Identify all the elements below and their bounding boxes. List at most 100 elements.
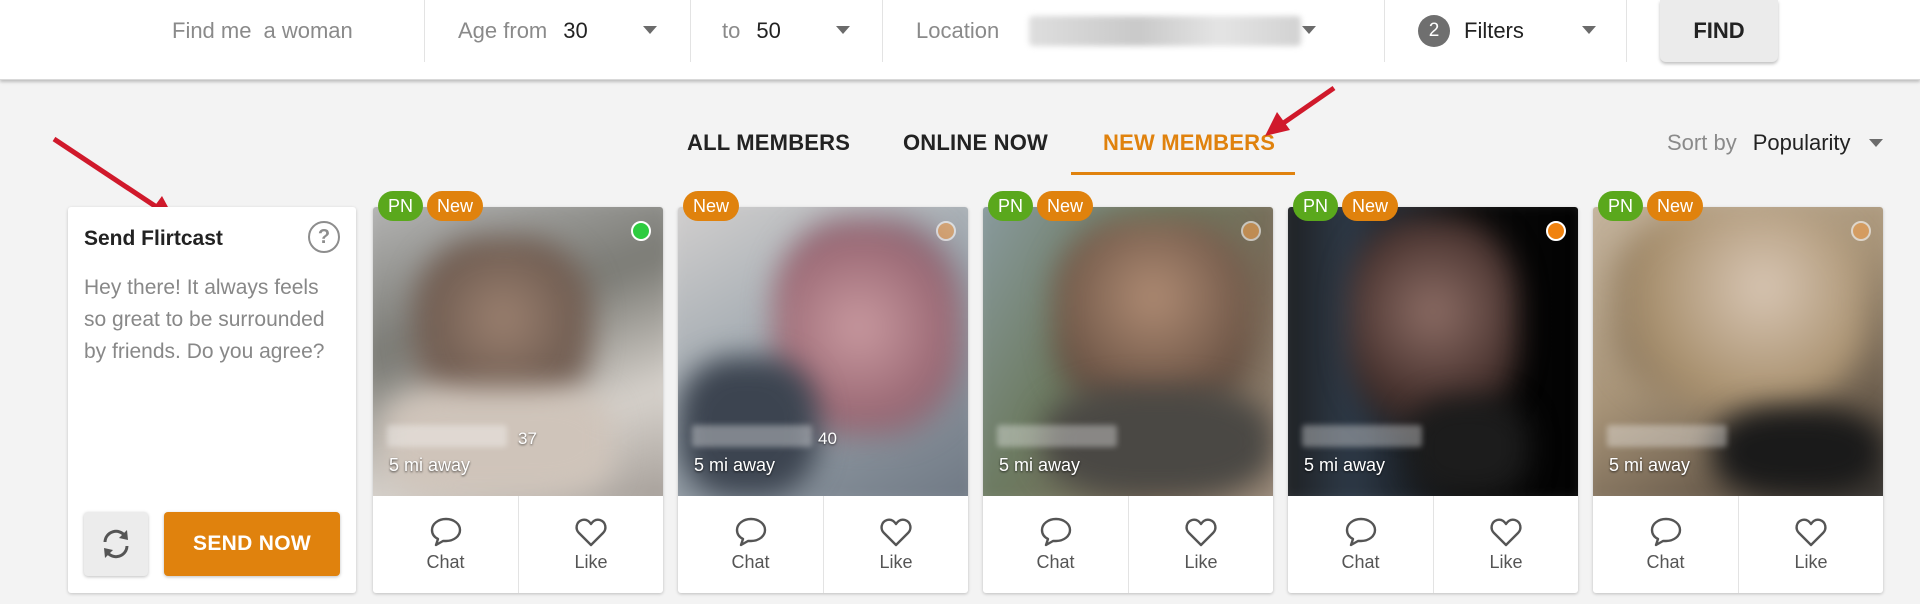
member-photo[interactable] [983,207,1273,496]
member-tags: PN New [988,191,1094,221]
card-actions: Chat Like [1288,496,1578,593]
chevron-down-icon[interactable] [1582,26,1596,34]
filters-select[interactable]: 2 Filters [1418,0,1524,62]
like-button[interactable]: Like [823,496,968,593]
chat-icon [735,517,766,547]
member-photo[interactable] [678,207,968,496]
refresh-icon [103,529,129,559]
age-to-select[interactable]: to 50 [722,0,781,62]
age-from-label: Age from [458,18,548,43]
sort-value: Popularity [1752,130,1851,155]
like-button[interactable]: Like [518,496,663,593]
like-button[interactable]: Like [1128,496,1273,593]
divider [1384,0,1385,62]
like-label: Like [574,552,608,572]
filters-label: Filters [1464,18,1524,43]
age-to-label: to [722,18,741,43]
age-from-select[interactable]: Age from 30 [458,0,588,62]
member-card[interactable]: 40 5 mi away New Chat Like [678,191,968,593]
active-tab-indicator [1071,172,1295,175]
chat-button[interactable]: Chat [1593,496,1738,593]
chevron-down-icon[interactable] [1869,139,1883,147]
chat-button[interactable]: Chat [1288,496,1433,593]
member-distance: 5 mi away [694,455,776,475]
online-status-icon [631,221,651,241]
like-label: Like [1184,552,1218,572]
pn-badge: PN [988,191,1034,221]
member-tags: New [683,191,740,221]
heart-icon [880,518,912,547]
member-tags: PN New [378,191,484,221]
member-photo[interactable] [1288,207,1578,496]
find-me-label: Find me [172,18,252,43]
chevron-down-icon[interactable] [836,26,850,34]
tab-all-members[interactable]: ALL MEMBERS [687,130,850,156]
member-name-redacted [692,425,812,447]
member-card[interactable]: 37 5 mi away PN New Chat Like [373,191,663,593]
online-status-icon [936,221,956,241]
flirtcast-panel: Send Flirtcast ? Hey there! It always fe… [68,207,356,593]
find-me-value: a woman [263,18,353,43]
new-badge: New [1342,191,1399,221]
card-actions: Chat Like [1593,496,1883,593]
chat-icon [1650,517,1681,547]
member-name-redacted [387,425,507,447]
divider [690,0,691,62]
member-name-redacted [1607,425,1727,447]
annotation-arrow-icon [1265,85,1336,136]
refresh-button[interactable] [84,512,148,576]
member-card[interactable]: 5 mi away PN New Chat Like [983,191,1273,593]
member-distance: 5 mi away [1609,455,1691,475]
member-photo[interactable] [1593,207,1883,496]
help-icon[interactable]: ? [308,221,340,253]
find-button[interactable]: FIND [1660,0,1778,62]
chevron-down-icon[interactable] [1302,26,1316,34]
find-me-select[interactable]: Find me a woman [172,0,353,62]
pn-badge: PN [378,191,424,221]
online-status-icon [1241,221,1261,241]
chat-label: Chat [426,552,465,572]
card-actions: Chat Like [373,496,663,593]
divider [1626,0,1627,62]
heart-icon [575,518,607,547]
chat-label: Chat [1036,552,1075,572]
flirtcast-message[interactable]: Hey there! It always feels so great to b… [84,272,346,368]
tab-online-now[interactable]: ONLINE NOW [903,130,1048,156]
chat-button[interactable]: Chat [983,496,1128,593]
card-actions: Chat Like [983,496,1273,593]
member-card[interactable]: 5 mi away PN New Chat Like [1593,191,1883,593]
sort-label: Sort by [1667,130,1737,155]
member-card[interactable]: 5 mi away PN New Chat Like [1288,191,1578,593]
chat-button[interactable]: Chat [373,496,518,593]
like-button[interactable]: Like [1738,496,1883,593]
divider [882,0,883,62]
chat-label: Chat [1341,552,1380,572]
member-distance: 5 mi away [999,455,1081,475]
online-status-icon [1546,221,1566,241]
chat-label: Chat [731,552,770,572]
like-button[interactable]: Like [1433,496,1578,593]
member-name-redacted [1302,425,1422,447]
member-age: 40 [818,429,837,448]
chat-icon [1040,517,1071,547]
chat-button[interactable]: Chat [678,496,823,593]
member-name-redacted [997,425,1117,447]
location-select[interactable]: Location [916,0,1302,62]
pn-badge: PN [1598,191,1644,221]
tab-new-members[interactable]: NEW MEMBERS [1103,130,1275,156]
new-badge: New [683,191,740,221]
new-badge: New [427,191,484,221]
heart-icon [1795,518,1827,547]
like-label: Like [1489,552,1523,572]
location-label: Location [916,18,1000,43]
sort-select[interactable]: Sort by Popularity [1667,130,1851,156]
heart-icon [1185,518,1217,547]
send-now-button[interactable]: SEND NOW [164,512,340,576]
chevron-down-icon[interactable] [643,26,657,34]
member-tags: PN New [1293,191,1399,221]
member-age: 37 [518,429,537,448]
chat-icon [430,517,461,547]
new-badge: New [1037,191,1094,221]
new-badge: New [1647,191,1704,221]
member-photo[interactable] [373,207,663,496]
